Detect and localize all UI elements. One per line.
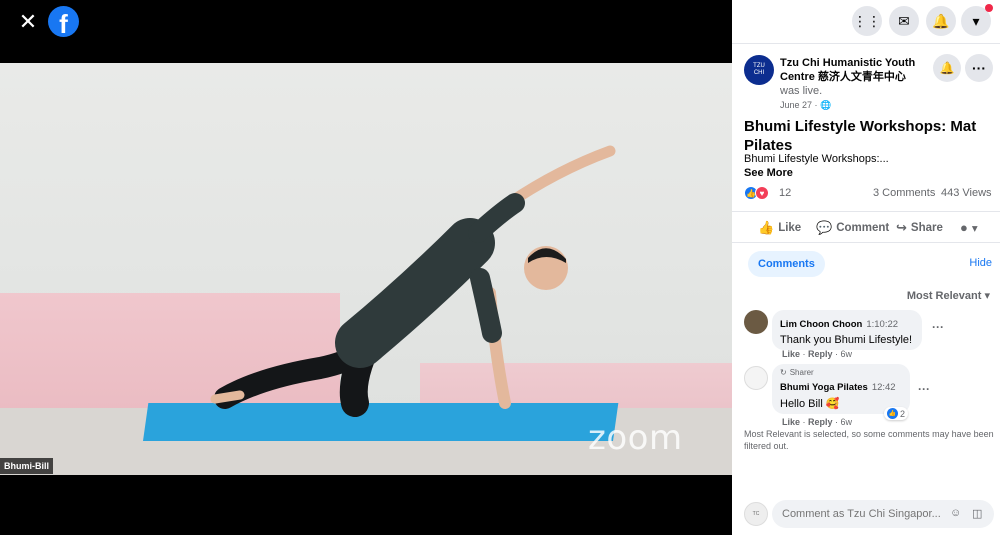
globe-icon: 🌐 — [820, 100, 832, 110]
comment-composer: TC ☺ ◫ — [732, 496, 1000, 535]
page-avatar[interactable]: TZU CHI — [744, 55, 774, 85]
comment-button[interactable]: 💬 Comment — [816, 220, 889, 236]
comment-reaction-count: 2 — [900, 408, 906, 419]
sticker-icon[interactable]: ◫ — [972, 507, 982, 520]
notification-dot — [985, 4, 993, 12]
hide-comments-link[interactable]: Hide — [969, 257, 992, 269]
comment-age[interactable]: 6w — [841, 349, 853, 359]
comment-reactions[interactable]: 👍 2 — [884, 407, 909, 420]
views-count: 443 Views — [941, 187, 992, 199]
comment-actions: Like · Reply · 6w — [782, 349, 853, 359]
comment-timestamp[interactable]: 12:42 — [872, 382, 896, 393]
comment-bubble-icon: 💬 — [816, 220, 833, 235]
post-title: Bhumi Lifestyle Workshops: Mat Pilates — [744, 118, 977, 154]
comment-more-icon[interactable]: ··· — [918, 382, 930, 396]
page-name[interactable]: Tzu Chi Humanistic Youth Centre 慈济人文青年中心 — [780, 56, 930, 84]
notifications-bell-icon[interactable]: 🔔 — [926, 6, 956, 36]
comment-text: Thank you Bhumi Lifestyle! — [780, 334, 913, 346]
commenter-avatar[interactable] — [744, 310, 768, 334]
post-panel: ⋮⋮ ✉ 🔔 ▾ TZU CHI Tzu Chi Humanistic Youth… — [732, 0, 1000, 535]
emoji-icon[interactable]: ☺ — [950, 507, 961, 519]
comment-actions: Like · Reply · 6w — [782, 417, 853, 427]
messenger-icon[interactable]: ✉ — [889, 6, 919, 36]
comments-tab[interactable]: Comments — [748, 251, 825, 277]
love-reaction-icon: ♥ — [755, 186, 769, 200]
page-avatar-small-icon: ● — [960, 220, 968, 235]
video-frame[interactable]: zoom — [0, 63, 732, 475]
share-arrow-icon: ↪ — [896, 220, 907, 235]
caret-down-icon: ▾ — [984, 290, 990, 302]
composer-avatar: TC — [744, 502, 768, 526]
comment-bubble: Lim Choon Choon 1:10:22 Thank you Bhumi L… — [772, 310, 922, 350]
share-label: Share — [910, 222, 943, 234]
comments-count[interactable]: 3 Comments — [873, 187, 935, 199]
comment-sort-dropdown[interactable]: Most Relevant ▾ — [907, 289, 990, 302]
comment-age[interactable]: 6w — [841, 417, 853, 427]
top-bar: ⋮⋮ ✉ 🔔 ▾ — [732, 0, 1000, 44]
see-more-link[interactable]: See More — [744, 167, 793, 179]
close-icon[interactable]: ✕ — [14, 8, 42, 36]
comment-like-link[interactable]: Like — [782, 349, 800, 359]
share-button[interactable]: ↪ Share — [896, 220, 943, 236]
sharer-label: Sharer — [789, 368, 814, 377]
reaction-icons[interactable]: 👍 ♥ — [744, 186, 769, 200]
zoom-watermark: zoom — [588, 418, 683, 458]
live-status: was live. — [780, 85, 823, 97]
comment-label: Comment — [836, 222, 890, 234]
video-viewer: ✕ f zoom Bhumi-Bill — [0, 0, 732, 535]
reaction-count[interactable]: 12 — [779, 187, 791, 199]
comment-text: Hello Bill 🥰 — [780, 398, 840, 410]
audience-selector[interactable]: ● ▾ — [960, 220, 978, 235]
action-bar: 👍 Like 💬 Comment ↪ Share ● ▾ — [732, 211, 1000, 243]
account-chevron-down-icon[interactable]: ▾ — [961, 4, 993, 36]
menu-grid-icon[interactable]: ⋮⋮ — [852, 6, 882, 36]
like-label: Like — [778, 222, 802, 234]
reactions-summary: 👍 ♥ 12 3 Comments 443 Views — [744, 186, 994, 202]
filter-note: Most Relevant is selected, so some comme… — [744, 429, 994, 451]
comment-like-link[interactable]: Like — [782, 417, 800, 427]
comment-reply-link[interactable]: Reply — [808, 349, 833, 359]
comment-timestamp[interactable]: 1:10:22 — [866, 319, 898, 330]
comment-reply-link[interactable]: Reply — [808, 417, 833, 427]
more-options-icon[interactable]: ··· — [965, 54, 993, 82]
like-reaction-icon: 👍 — [887, 408, 898, 419]
thumbs-up-icon: 👍 — [758, 220, 775, 235]
chevron-down-icon: ▾ — [971, 222, 978, 235]
comment-more-icon[interactable]: ··· — [932, 320, 944, 334]
participant-name-tag: Bhumi-Bill — [0, 458, 53, 474]
comment-author[interactable]: Bhumi Yoga Pilates — [780, 382, 868, 393]
post-description: Bhumi Lifestyle Workshops:... — [744, 153, 889, 165]
follow-bell-icon[interactable]: 🔔 — [933, 54, 961, 82]
facebook-logo-icon[interactable]: f — [48, 6, 79, 37]
commenter-avatar[interactable] — [744, 366, 768, 390]
sort-label: Most Relevant — [906, 290, 982, 302]
post-date[interactable]: June 27 · 🌐 — [780, 100, 831, 111]
post-date-text: June 27 · — [780, 100, 821, 110]
like-button[interactable]: 👍 Like — [758, 220, 801, 236]
sharer-badge: ↻ Sharer — [780, 368, 902, 377]
comment-author[interactable]: Lim Choon Choon — [780, 319, 862, 330]
sharer-icon: ↻ — [780, 368, 787, 377]
instructor-figure — [210, 145, 616, 417]
